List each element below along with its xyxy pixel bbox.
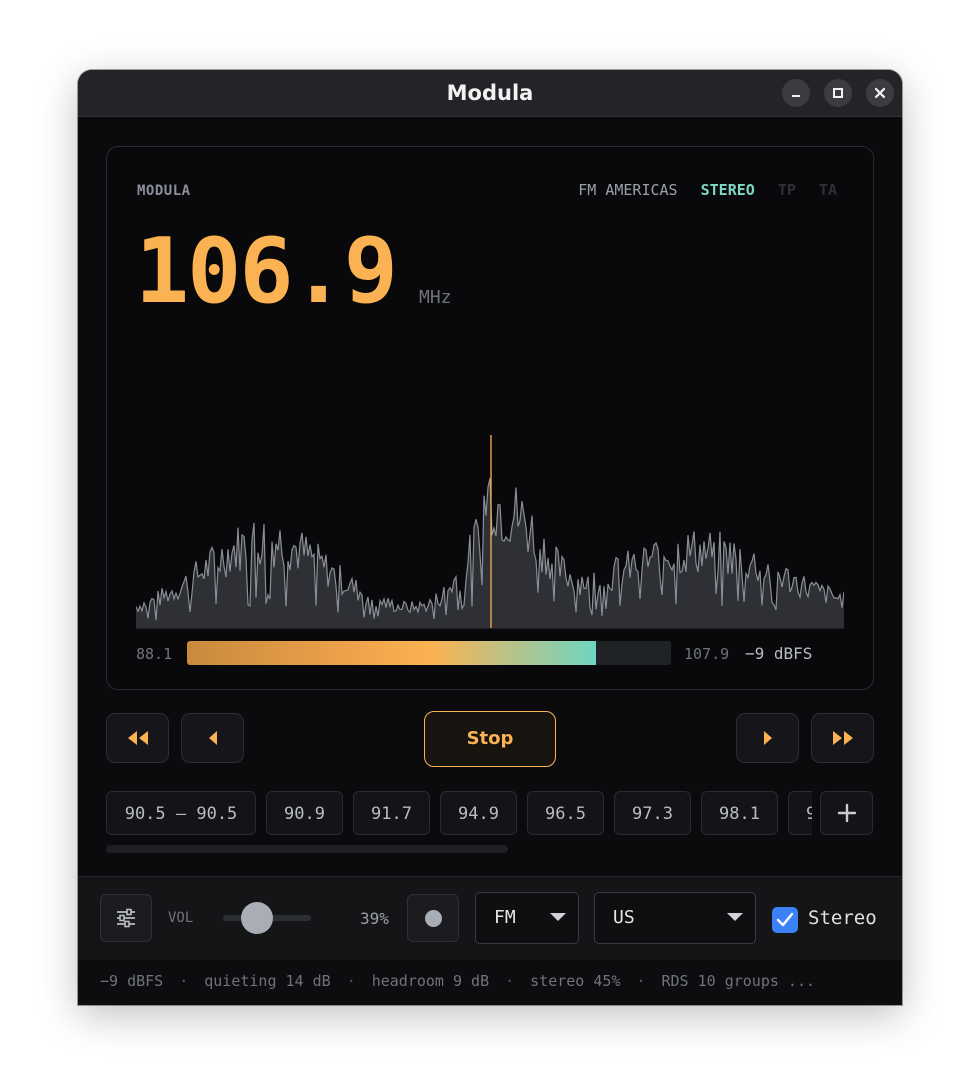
region-flag: FM AMERICAS	[578, 181, 678, 199]
minimize-button[interactable]	[782, 79, 810, 107]
preset-chip[interactable]: 94.9	[440, 791, 517, 835]
preset-chip[interactable]: 96.5	[527, 791, 604, 835]
status-separator: ·	[179, 972, 189, 990]
seek-back-button[interactable]	[106, 713, 169, 763]
maximize-icon	[833, 88, 843, 98]
add-preset-button[interactable]	[820, 791, 873, 835]
status-stereo: stereo 45%	[530, 972, 621, 990]
maximize-button[interactable]	[824, 79, 852, 107]
stereo-flag: STEREO	[700, 181, 755, 199]
step-back-icon	[208, 731, 217, 745]
titlebar: Modula	[78, 70, 902, 117]
mode-select-value: FM	[494, 907, 516, 928]
status-text: −9 dBFS · quieting 14 dB · headroom 9 dB · ste…	[100, 972, 815, 990]
preset-chip[interactable]: 97.3	[614, 791, 691, 835]
check-icon	[776, 912, 794, 927]
region-select-value: US	[613, 907, 635, 928]
volume-percent: 39%	[360, 909, 389, 928]
status-headroom: headroom 9 dB	[371, 972, 490, 990]
mode-select[interactable]: FM	[475, 892, 579, 944]
display-brand: MODULA	[137, 183, 191, 199]
status-level: −9 dBFS	[100, 972, 164, 990]
volume-label: VOL	[168, 910, 194, 926]
signal-meter-fill	[187, 641, 596, 665]
preset-scrollbar[interactable]	[106, 845, 508, 853]
status-separator: ·	[636, 972, 646, 990]
preset-chip[interactable]: 91.7	[353, 791, 430, 835]
volume-slider-thumb[interactable]	[241, 902, 274, 934]
preset-chip[interactable]: 98.1	[701, 791, 778, 835]
stereo-checkbox[interactable]	[772, 907, 798, 933]
status-rds: RDS 10 groups ...	[661, 972, 816, 990]
record-button[interactable]	[407, 894, 459, 942]
ta-flag: TA	[818, 181, 837, 199]
tuner-display: MODULA FM AMERICAS STEREO TP TA 106.9 MH…	[106, 146, 874, 690]
spectrum-area	[136, 478, 844, 628]
equalizer-button[interactable]	[100, 894, 152, 942]
stop-button[interactable]: Stop	[424, 711, 556, 767]
signal-meter	[187, 641, 671, 665]
fast-forward-icon	[832, 731, 853, 745]
control-bar: VOL 39% FM US Stereo	[78, 876, 902, 961]
chevron-down-icon	[550, 913, 566, 921]
close-icon	[874, 87, 886, 99]
spectrum-plot[interactable]	[136, 435, 844, 629]
preset-chip[interactable]: 99.1	[788, 791, 812, 835]
window-title: Modula	[446, 81, 534, 105]
minimize-icon	[792, 95, 800, 97]
band-high-label: 107.9	[684, 645, 730, 663]
stereo-checkbox-label[interactable]: Stereo	[808, 907, 877, 929]
volume-slider[interactable]	[223, 902, 311, 934]
plus-icon	[837, 803, 857, 823]
seek-forward-button[interactable]	[811, 713, 874, 763]
app-window: Modula MODULA FM AMERICAS STEREO TP TA 1…	[78, 70, 902, 1005]
record-icon	[425, 910, 442, 927]
frequency-unit: MHz	[419, 287, 452, 308]
status-separator: ·	[505, 972, 515, 990]
preset-strip: 90.5 — 90.5 90.9 91.7 94.9 96.5 97.3 98.…	[106, 791, 812, 837]
step-back-button[interactable]	[181, 713, 244, 763]
status-bar: −9 dBFS · quieting 14 dB · headroom 9 dB · ste…	[78, 960, 902, 1005]
band-low-label: 88.1	[136, 645, 173, 663]
signal-level: −9 dBFS	[745, 644, 813, 663]
frequency-readout: 106.9	[135, 219, 398, 324]
step-forward-button[interactable]	[736, 713, 799, 763]
status-separator: ·	[346, 972, 356, 990]
preset-chip[interactable]: 90.5 — 90.5	[106, 791, 256, 835]
preset-chip[interactable]: 90.9	[266, 791, 343, 835]
chevron-down-icon	[727, 913, 743, 921]
fast-rewind-icon	[127, 731, 148, 745]
tp-flag: TP	[777, 181, 796, 199]
close-button[interactable]	[866, 79, 894, 107]
region-select[interactable]: US	[594, 892, 756, 944]
step-forward-icon	[763, 731, 772, 745]
sliders-icon	[117, 908, 135, 928]
status-quieting: quieting 14 dB	[204, 972, 331, 990]
status-flags: FM AMERICAS STEREO TP TA	[564, 181, 837, 199]
